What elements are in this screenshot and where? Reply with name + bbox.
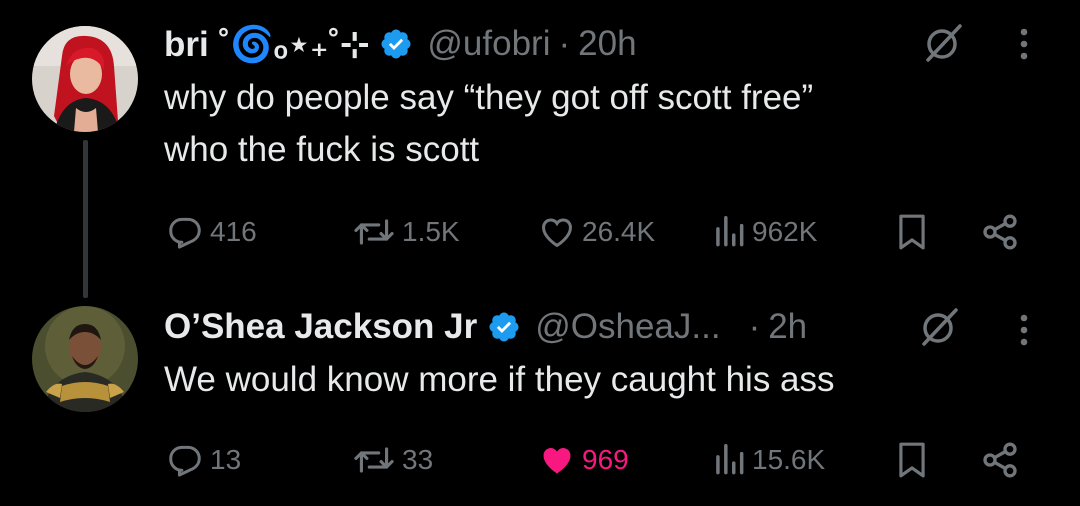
views-icon xyxy=(716,444,744,475)
action-bar: 416 1.5K 26.4K 962K xyxy=(0,208,1080,256)
separator-dot: · xyxy=(558,24,571,63)
avatar-image xyxy=(32,26,138,132)
tweet-text: We would know more if they caught his as… xyxy=(164,354,1024,406)
grok-icon[interactable] xyxy=(918,306,960,348)
like-button[interactable]: 969 xyxy=(538,436,629,484)
tweet-header: O’Shea Jackson Jr @OsheaJ... · 2h xyxy=(164,305,807,349)
bookmark-button[interactable] xyxy=(893,208,931,256)
user-handle[interactable]: @ufobri xyxy=(427,24,550,64)
tweet-text-line: who the fuck is scott xyxy=(164,130,480,169)
reply-icon xyxy=(169,217,201,249)
tweet-text: why do people say “they got off scott fr… xyxy=(164,72,1024,176)
user-handle[interactable]: @OsheaJ... xyxy=(535,307,720,347)
retweet-count: 33 xyxy=(402,444,434,475)
avatar[interactable] xyxy=(32,306,138,412)
views-icon xyxy=(716,216,744,247)
share-button[interactable] xyxy=(980,208,1020,256)
reply-count: 13 xyxy=(210,444,242,475)
like-icon xyxy=(542,218,572,248)
tweet[interactable]: O’Shea Jackson Jr @OsheaJ... · 2h We wou… xyxy=(0,290,1080,506)
like-count: 969 xyxy=(582,444,629,475)
reply-button[interactable]: 416 xyxy=(166,208,257,256)
action-bar: 13 33 969 15.6K xyxy=(0,436,1080,484)
views-button[interactable]: 15.6K xyxy=(712,436,825,484)
tweet[interactable]: bri ˚🌀ₒ⋆₊˚⊹ @ufobri · 20h why do people … xyxy=(0,0,1080,298)
timestamp[interactable]: 20h xyxy=(578,24,636,64)
verified-badge-icon[interactable] xyxy=(379,27,413,61)
views-count: 962K xyxy=(752,216,818,247)
separator-dot: · xyxy=(748,307,761,346)
like-count: 26.4K xyxy=(582,216,656,247)
avatar-image xyxy=(32,306,138,412)
verified-badge-icon[interactable] xyxy=(487,310,521,344)
bookmark-icon xyxy=(899,214,925,250)
timestamp[interactable]: 2h xyxy=(768,307,807,347)
reply-button[interactable]: 13 xyxy=(166,436,241,484)
display-name[interactable]: O’Shea Jackson Jr xyxy=(164,307,477,347)
tweet-text-line: why do people say “they got off scott fr… xyxy=(164,78,814,117)
share-button[interactable] xyxy=(980,436,1020,484)
bookmark-button[interactable] xyxy=(893,436,931,484)
reply-icon xyxy=(169,445,201,477)
retweet-icon xyxy=(354,447,394,473)
retweet-icon xyxy=(354,219,394,245)
tweet-header: bri ˚🌀ₒ⋆₊˚⊹ @ufobri · 20h xyxy=(164,22,637,66)
avatar[interactable] xyxy=(32,26,138,132)
like-button[interactable]: 26.4K xyxy=(538,208,655,256)
views-button[interactable]: 962K xyxy=(712,208,817,256)
grok-icon[interactable] xyxy=(922,22,964,64)
like-icon xyxy=(543,448,571,474)
views-count: 15.6K xyxy=(752,444,826,475)
bookmark-icon xyxy=(899,442,925,478)
tweet-text-line: We would know more if they caught his as… xyxy=(164,360,835,399)
share-icon xyxy=(983,442,1017,478)
share-icon xyxy=(983,214,1017,250)
retweet-button[interactable]: 1.5K xyxy=(352,208,460,256)
retweet-count: 1.5K xyxy=(402,216,460,247)
reply-count: 416 xyxy=(210,216,257,247)
display-name[interactable]: bri ˚🌀ₒ⋆₊˚⊹ xyxy=(164,24,369,65)
retweet-button[interactable]: 33 xyxy=(352,436,433,484)
more-icon[interactable] xyxy=(1017,310,1031,350)
more-icon[interactable] xyxy=(1017,24,1031,64)
